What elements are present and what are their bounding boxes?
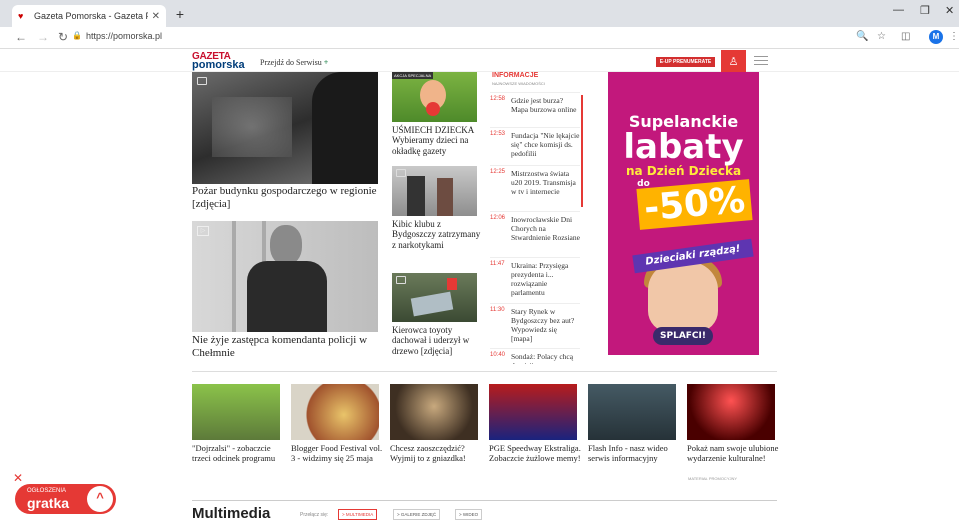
browser-tabbar: ♥ Gazeta Pomorska - Gazeta Pomo ✕ + — ❐ …	[0, 0, 959, 27]
camera-badge-icon	[197, 77, 207, 85]
browser-tab[interactable]: ♥ Gazeta Pomorska - Gazeta Pomo ✕	[12, 5, 166, 27]
site-header	[0, 50, 959, 72]
bottom-caption-4[interactable]: PGE Speedway Ekstraliga. Zobaczcie żużlo…	[489, 443, 581, 463]
feed-item-time: 12:58	[490, 96, 506, 102]
mid2-caption[interactable]: Kibic klubu z Bydgoszczy zatrzymany z na…	[392, 219, 482, 250]
mid1-image[interactable]: AKCJA SPECJALNA	[392, 72, 477, 122]
feed-item[interactable]: 11:47 Ukraina: Przysięga prezydenta i... …	[490, 257, 580, 297]
new-tab-button[interactable]: +	[172, 7, 188, 23]
star-icon[interactable]: ☆	[877, 31, 886, 42]
przejdz-link[interactable]: Przejdź do Serwisu +	[260, 58, 328, 67]
mid2-image[interactable]	[392, 166, 477, 216]
bottom-thumb-5[interactable]	[588, 384, 676, 440]
feed-item-headline[interactable]: Fundacja "Nie lękajcie się" chce komisji…	[511, 131, 580, 158]
multimedia-title: Multimedia	[192, 505, 271, 522]
bottom-caption-2[interactable]: Blogger Food Festival vol. 3 - widzimy s…	[291, 443, 383, 463]
back-icon[interactable]: ←	[15, 30, 27, 44]
feed-scrollbar[interactable]	[581, 95, 583, 207]
bottom-thumb-2[interactable]	[291, 384, 379, 440]
ad-line2: labaty	[623, 127, 744, 167]
plus-icon: +	[323, 58, 329, 67]
przelacz-label: Przełącz się:	[300, 512, 329, 518]
chevron-up-icon[interactable]: ^	[87, 486, 113, 512]
feed-item-time: 11:30	[490, 307, 505, 313]
feed-item-headline[interactable]: Mistrzostwa świata u20 2019. Transmisja …	[511, 169, 580, 196]
tab-galerie[interactable]: > GALERIE ZDJĘĆ	[393, 509, 441, 520]
bottom-caption-1[interactable]: "Dojrzalsi" - zobaczcie trzeci odcinek p…	[192, 443, 284, 463]
story1-caption[interactable]: Pożar budynku gospodarczego w regionie […	[192, 185, 382, 210]
feed-item-time: 10:40	[490, 352, 506, 358]
bottom-thumb-1[interactable]	[192, 384, 280, 440]
lock-icon: 🔒	[72, 31, 82, 40]
feed-item-headline[interactable]: Stary Rynek w Bydgoszczy bez aut? Wypowi…	[511, 307, 580, 343]
tab-multimedia[interactable]: > MULTIMEDIA	[338, 509, 378, 520]
feed-item[interactable]: 12:58 Gdzie jest burza? Mapa burzowa onli…	[490, 92, 580, 114]
partner-label: MATERIAŁ PROMOCYJNY	[688, 476, 738, 481]
story2-image[interactable]: ▷	[192, 221, 378, 332]
close-tab-icon[interactable]: ✕	[152, 11, 160, 22]
feed-item-headline[interactable]: Ukraina: Przysięga prezydenta i... rozwi…	[511, 261, 580, 297]
gratka-label: OGŁOSZENIA	[27, 488, 67, 494]
feed-item-headline[interactable]: Gdzie jest burza? Mapa burzowa online	[511, 96, 580, 114]
site-logo[interactable]: GAZETA pomorska	[192, 52, 245, 71]
feed-item[interactable]: 10:40 Sondaż: Polacy chcą dymisji	[490, 348, 580, 364]
zoom-icon[interactable]: 🔍	[856, 31, 868, 42]
tab-wideo[interactable]: > WIDEO	[455, 509, 483, 520]
camera-badge-icon	[396, 169, 406, 177]
feed-item[interactable]: 12:06 Inowrocławskie Dni Chorych na Stwar…	[490, 211, 580, 242]
address-bar-row: ← → ↻ 🔒 https://pomorska.pl 🔍 ☆ ◫ M ⋮	[0, 27, 959, 49]
hamburger-menu-icon[interactable]	[754, 56, 768, 66]
profile-avatar[interactable]: M	[929, 30, 943, 44]
forward-icon[interactable]: →	[37, 30, 49, 44]
divider	[192, 500, 777, 501]
feed-item-headline[interactable]: Inowrocławskie Dni Chorych na Stwardnien…	[511, 215, 580, 242]
feed-item[interactable]: 12:25 Mistrzostwa świata u20 2019. Transm…	[490, 165, 580, 196]
tab-title: Gazeta Pomorska - Gazeta Pomo	[34, 11, 148, 21]
user-icon[interactable]: ♙	[721, 50, 746, 74]
feed-subtitle: NAJNOWSZE WIADOMOŚCI	[492, 81, 545, 86]
ad-button[interactable]: SPLAFCI!	[653, 327, 713, 345]
feed-item[interactable]: 12:53 Fundacja "Nie lękajcie się" chce ko…	[490, 127, 580, 158]
divider	[192, 371, 777, 372]
close-icon[interactable]: ✕	[13, 471, 23, 485]
play-icon: ▷	[197, 226, 209, 236]
gratka-brand: gratka	[27, 495, 70, 511]
camera-badge-icon	[396, 276, 406, 284]
feed-item-time: 11:47	[490, 261, 505, 267]
ad-percent: -50%	[636, 179, 753, 230]
feed-title: INFORMACJE	[492, 72, 539, 79]
bottom-thumb-6[interactable]	[687, 384, 775, 440]
mid1-caption[interactable]: UŚMIECH DZIECKA Wybieramy dzieci na okła…	[392, 125, 482, 156]
bottom-caption-3[interactable]: Chcesz zaoszczędzić? Wyjmij to z gniazdk…	[390, 443, 482, 463]
url-field[interactable]: https://pomorska.pl	[86, 31, 162, 41]
gratka-widget[interactable]: OGŁOSZENIA gratka ^	[15, 484, 116, 514]
bottom-caption-6[interactable]: Pokaż nam swoje ulubione wydarzenie kult…	[687, 443, 779, 463]
feed-item-time: 12:25	[490, 169, 506, 175]
mid3-image[interactable]	[392, 273, 477, 322]
camera-icon[interactable]: ◫	[901, 31, 910, 42]
mid3-caption[interactable]: Kierowca toyoty dachował i uderzył w drz…	[392, 325, 482, 356]
prenumerata-button[interactable]: E-UP PRENUMERATE	[656, 57, 715, 67]
feed-item-headline[interactable]: Sondaż: Polacy chcą dymisji	[511, 352, 580, 364]
favicon-icon: ♥	[18, 11, 24, 21]
feed-item-time: 12:06	[490, 215, 506, 221]
feed-item[interactable]: 11:30 Stary Rynek w Bydgoszczy bez aut? W…	[490, 303, 580, 343]
bottom-thumb-4[interactable]	[489, 384, 577, 440]
reload-icon[interactable]: ↻	[58, 30, 68, 44]
menu-dots-icon[interactable]: ⋮	[949, 31, 959, 42]
story1-image[interactable]	[192, 72, 378, 184]
ad-banner[interactable]: Supelanckie labaty na Dzień Dziecka do -…	[608, 72, 759, 355]
ad-child-face	[648, 262, 718, 332]
feed-item-time: 12:53	[490, 131, 506, 137]
bottom-caption-5[interactable]: Flash Info - nasz wideo serwis informacy…	[588, 443, 680, 463]
akcja-badge: AKCJA SPECJALNA	[392, 72, 434, 79]
story2-caption[interactable]: Nie żyje zastępca komendanta policji w C…	[192, 334, 382, 359]
bottom-thumb-3[interactable]	[390, 384, 478, 440]
maximize-icon[interactable]: ❐	[920, 4, 930, 17]
minimize-icon[interactable]: —	[893, 4, 904, 16]
close-window-icon[interactable]: ✕	[945, 4, 954, 17]
ad-line3: na Dzień Dziecka	[625, 164, 742, 178]
